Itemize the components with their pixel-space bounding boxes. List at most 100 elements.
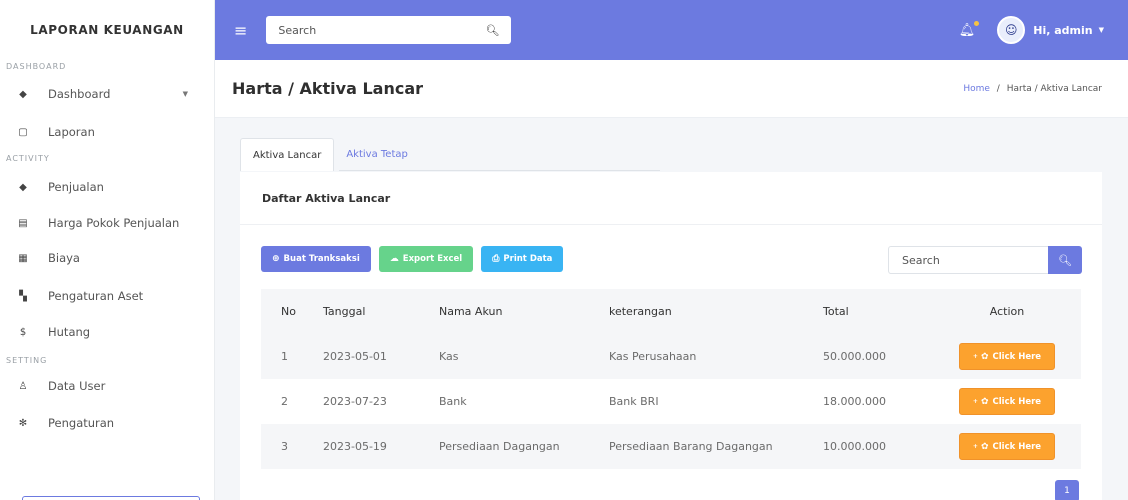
- plus-icon: +: [972, 398, 978, 405]
- sidebar-item-label: Dashboard: [48, 87, 111, 101]
- section-title-dashboard: DASHBOARD: [6, 62, 67, 71]
- print-icon: ⎙: [492, 254, 500, 264]
- table-search-input[interactable]: [888, 246, 1048, 274]
- cell-action: + ✿ Click Here: [933, 334, 1081, 379]
- cell-tanggal: 2023-07-23: [323, 395, 387, 408]
- print-data-button[interactable]: ⎙ Print Data: [481, 246, 564, 272]
- column-header-keterangan: keterangan: [609, 289, 823, 334]
- cell-no: 1: [261, 334, 323, 379]
- table-search: 🔍︎: [888, 246, 1082, 274]
- click-here-label: Click Here: [992, 351, 1042, 362]
- report-icon: ▢: [18, 126, 28, 138]
- sidebar-item-label: Hutang: [48, 325, 91, 339]
- create-transaction-button[interactable]: ⊕ Buat Tranksaksi: [261, 246, 371, 272]
- sidebar-item-biaya[interactable]: ▦ Biaya: [0, 238, 214, 278]
- tab-aktiva-tetap[interactable]: Aktiva Tetap: [334, 138, 420, 171]
- cell-keterangan: Persediaan Barang Dagangan: [609, 424, 823, 469]
- sidebar-item-label: Pengaturan: [48, 416, 115, 430]
- cloud-download-icon: ☁: [389, 254, 399, 264]
- section-title-activity: ACTIVITY: [6, 154, 50, 163]
- card-title: Daftar Aktiva Lancar: [240, 172, 1102, 225]
- sidebar-item-laporan[interactable]: ▢ Laporan: [0, 114, 214, 150]
- sidebar-item-data-user[interactable]: ♙ Data User: [0, 368, 214, 404]
- top-search-box: 🔍︎: [266, 16, 512, 44]
- tools-icon: ✻: [18, 417, 28, 429]
- cell-total: 10.000.000: [823, 424, 933, 469]
- avatar[interactable]: ☺: [997, 16, 1026, 44]
- tab-aktiva-lancar[interactable]: Aktiva Lancar: [240, 138, 335, 171]
- click-here-button[interactable]: + ✿ Click Here: [958, 433, 1056, 460]
- dollar-icon: $: [19, 326, 27, 338]
- breadcrumb-current: Harta / Aktiva Lancar: [1006, 83, 1102, 94]
- sidebar-item-pengaturan-aset[interactable]: ▚ Pengaturan Aset: [0, 278, 214, 314]
- sidebar-item-label: Penjualan: [48, 180, 104, 194]
- cell-tanggal: 2023-05-19: [323, 424, 439, 469]
- user-area: 🔔︎ ☺ Hi, admin ▼: [959, 16, 1104, 44]
- brand-title: LAPORAN KEUANGAN: [30, 23, 184, 37]
- cell-nama-akun: Kas: [439, 334, 609, 379]
- table-header-row: No Tanggal Nama Akun keterangan Total Ac…: [261, 289, 1081, 334]
- gear-icon: ✿: [980, 351, 989, 362]
- sidebar-item-label: Data User: [48, 379, 106, 393]
- cell-action: + ✿ Click Here: [933, 379, 1081, 424]
- user-icon: ♙: [18, 380, 28, 392]
- table-search-button[interactable]: 🔍︎: [1048, 246, 1082, 274]
- sidebar-item-harga-pokok-penjualan[interactable]: ▤ Harga Pokok Penjualan: [0, 208, 214, 238]
- tab-underline: [339, 170, 660, 171]
- breadcrumb-separator: /: [996, 83, 1000, 94]
- list-icon: ▤: [18, 217, 28, 229]
- cell-tanggal: 2023-05-01: [323, 334, 439, 379]
- search-icon: 🔍︎: [1058, 253, 1072, 267]
- page-header: Harta / Aktiva Lancar Home / Harta / Akt…: [215, 60, 1128, 118]
- sidebar-item-pengaturan[interactable]: ✻ Pengaturan: [0, 404, 214, 442]
- breadcrumb-home[interactable]: Home: [963, 84, 990, 94]
- table-row: 3 2023-05-19 Persediaan Dagangan Persedi…: [261, 424, 1081, 469]
- sidebar-item-penjualan[interactable]: ◆ Penjualan: [0, 166, 214, 208]
- click-here-button[interactable]: + ✿ Click Here: [958, 388, 1056, 415]
- tag-icon: ◆: [19, 181, 27, 193]
- tab-bar: Aktiva Lancar Aktiva Tetap: [240, 138, 420, 171]
- click-here-button[interactable]: + ✿ Click Here: [958, 343, 1056, 370]
- plus-circle-icon: ⊕: [272, 254, 280, 264]
- table-row: 2 2023-07-23 Bank Bank BRI 18.000.000 + ✿…: [261, 379, 1081, 424]
- create-transaction-label: Buat Tranksaksi: [283, 254, 360, 264]
- search-icon[interactable]: 🔍︎: [485, 24, 499, 37]
- bell-icon[interactable]: 🔔︎: [959, 20, 980, 38]
- page-title: Harta / Aktiva Lancar: [232, 79, 424, 98]
- chevron-down-icon: ▼: [182, 90, 188, 98]
- cell-no: 3: [261, 424, 323, 469]
- notification-dot: [974, 20, 980, 26]
- topbar: ≡ 🔍︎ 🔔︎ ☺ Hi, admin ▼: [215, 0, 1128, 60]
- table-row: 1 2023-05-01 Kas Kas Perusahaan 50.000.0…: [261, 334, 1081, 379]
- cell-nama-akun: Bank: [439, 395, 467, 408]
- caret-down-icon[interactable]: ▼: [1099, 26, 1104, 34]
- gear-icon: ✿: [980, 441, 989, 452]
- print-data-label: Print Data: [503, 254, 553, 264]
- menu-icon[interactable]: ≡: [234, 21, 247, 40]
- cell-nama-akun: Persediaan Dagangan: [439, 424, 609, 469]
- sidebar-item-label: Biaya: [48, 251, 80, 265]
- breadcrumb: Home / Harta / Aktiva Lancar: [963, 84, 1102, 94]
- sidebar: LAPORAN KEUANGAN DASHBOARD ◆ Dashboard ▼…: [0, 0, 215, 500]
- calculator-icon: ▦: [18, 252, 28, 264]
- plus-icon: +: [972, 443, 978, 450]
- click-here-label: Click Here: [992, 396, 1042, 407]
- cell-total: 50.000.000: [823, 334, 933, 379]
- column-header-action: Action: [933, 289, 1081, 334]
- aktiva-table: No Tanggal Nama Akun keterangan Total Ac…: [261, 289, 1081, 469]
- pagination-page-1[interactable]: 1: [1055, 480, 1079, 500]
- export-excel-button[interactable]: ☁ Export Excel: [378, 246, 474, 272]
- column-header-total: Total: [823, 289, 933, 334]
- cell-keterangan: Bank BRI: [609, 395, 659, 408]
- sidebar-item-label: Laporan: [48, 125, 95, 139]
- user-greeting[interactable]: Hi, admin: [1033, 24, 1092, 37]
- sidebar-item-hutang[interactable]: $ Hutang: [0, 314, 214, 350]
- sidebar-item-label: Pengaturan Aset: [48, 289, 144, 303]
- top-search-input[interactable]: [278, 23, 486, 37]
- cell-action: + ✿ Click Here: [933, 424, 1081, 469]
- section-title-setting: SETTING: [6, 356, 48, 365]
- column-header-no: No: [261, 289, 323, 334]
- building-icon: ▚: [19, 290, 27, 302]
- sidebar-bottom-button[interactable]: [22, 496, 200, 500]
- sidebar-item-dashboard[interactable]: ◆ Dashboard ▼: [0, 74, 214, 114]
